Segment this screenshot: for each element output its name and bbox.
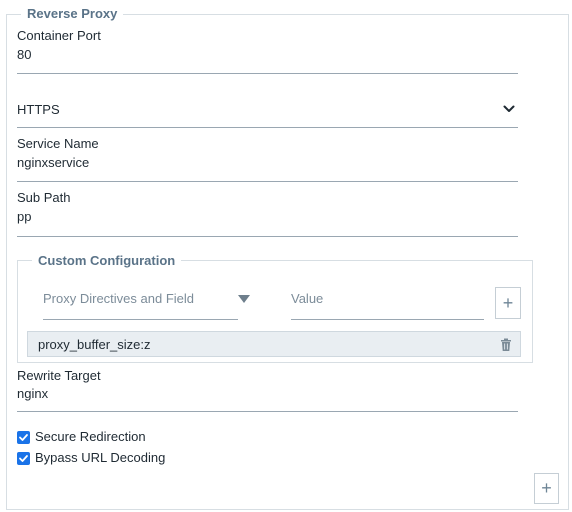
secure-redirection-checkbox[interactable] — [17, 431, 30, 444]
sub-path-input[interactable]: pp — [17, 209, 31, 224]
sub-path-label: Sub Path — [17, 190, 71, 205]
custom-configuration-legend: Custom Configuration — [32, 253, 182, 268]
service-name-underline — [17, 181, 518, 182]
protocol-underline — [17, 127, 518, 128]
directive-entry-text: proxy_buffer_size:z — [38, 337, 151, 352]
container-port-label: Container Port — [17, 28, 101, 43]
rewrite-target-input[interactable]: nginx — [17, 386, 48, 401]
bypass-url-decoding-checkbox[interactable] — [17, 452, 30, 465]
value-underline — [291, 319, 484, 320]
service-name-input[interactable]: nginxservice — [17, 155, 89, 170]
plus-icon: + — [502, 292, 514, 313]
proxy-directive-select[interactable]: Proxy Directives and Field — [43, 291, 194, 306]
rewrite-target-label: Rewrite Target — [17, 368, 101, 383]
reverse-proxy-legend: Reverse Proxy — [21, 6, 124, 21]
trash-icon[interactable] — [500, 338, 512, 352]
container-port-underline — [17, 73, 518, 74]
bypass-url-decoding-label[interactable]: Bypass URL Decoding — [35, 450, 165, 465]
container-port-input[interactable]: 80 — [17, 47, 31, 62]
protocol-select[interactable]: HTTPS — [17, 102, 60, 117]
add-proxy-button[interactable]: + — [534, 473, 559, 504]
caret-down-icon[interactable] — [237, 294, 251, 304]
value-input[interactable]: Value — [291, 291, 323, 306]
chevron-down-icon[interactable] — [500, 100, 518, 118]
directive-entry: proxy_buffer_size:z — [27, 331, 521, 357]
checkmark-icon — [19, 455, 28, 462]
rewrite-target-underline — [17, 411, 518, 412]
sub-path-underline — [17, 236, 518, 237]
service-name-label: Service Name — [17, 136, 99, 151]
checkmark-icon — [19, 434, 28, 441]
add-directive-button[interactable]: + — [495, 287, 521, 319]
proxy-directive-underline — [43, 319, 238, 320]
secure-redirection-label[interactable]: Secure Redirection — [35, 429, 146, 444]
plus-icon: + — [541, 478, 552, 498]
